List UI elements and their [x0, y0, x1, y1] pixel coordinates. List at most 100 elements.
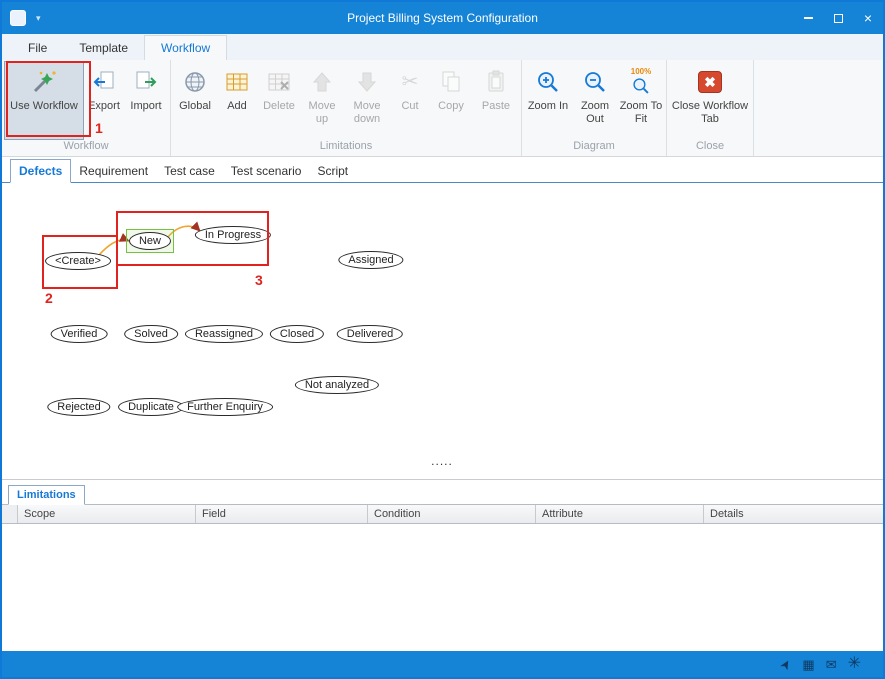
move-up-label: Move up	[302, 100, 342, 125]
zoom-out-icon	[582, 67, 608, 97]
zoom-fit-badge: 100%	[631, 68, 651, 76]
node-assigned[interactable]: Assigned	[338, 251, 403, 269]
ribbon: Use Workflow Export	[2, 60, 883, 157]
zoom-in-button[interactable]: Zoom In	[524, 61, 572, 140]
ribbon-group-label-close: Close	[669, 140, 751, 156]
tab-test-case[interactable]: Test case	[156, 160, 223, 182]
minimize-button[interactable]	[793, 2, 823, 34]
close-workflow-tab-label: Close Workflow Tab	[670, 100, 750, 125]
column-header-attribute[interactable]: Attribute	[536, 505, 704, 523]
node-duplicate[interactable]: Duplicate	[118, 398, 184, 416]
zoom-out-button[interactable]: Zoom Out	[572, 61, 618, 140]
column-header-details[interactable]: Details	[704, 505, 883, 523]
node-new-selection: New	[126, 229, 174, 253]
move-down-label: Move down	[344, 100, 390, 125]
limitations-table-body	[2, 524, 883, 651]
ribbon-group-label-limitations: Limitations	[173, 140, 519, 156]
window-title: Project Billing System Configuration	[2, 11, 883, 25]
tab-defects[interactable]: Defects	[10, 159, 71, 183]
maximize-icon	[834, 14, 843, 23]
node-not-analyzed[interactable]: Not analyzed	[295, 376, 379, 394]
close-red-icon: ✖	[698, 71, 722, 93]
column-header-scope[interactable]: Scope	[18, 505, 196, 523]
close-button[interactable]: ×	[853, 2, 883, 34]
status-bar: ➤ ▦ ✉ ✳	[2, 651, 883, 677]
export-button[interactable]: Export	[84, 61, 124, 140]
tab-script[interactable]: Script	[309, 160, 356, 182]
ribbon-group-label-diagram: Diagram	[524, 140, 664, 156]
pointer-tool-icon[interactable]: ➤	[778, 656, 795, 672]
cut-button: ✂ Cut	[391, 61, 429, 140]
mail-icon[interactable]: ✉	[826, 658, 837, 671]
entity-tab-bar: Defects Requirement Test case Test scena…	[2, 158, 883, 183]
delete-table-icon	[266, 67, 292, 97]
grid-view-icon[interactable]: ▦	[802, 658, 814, 671]
column-header-condition[interactable]: Condition	[368, 505, 536, 523]
canvas-ellipsis: .....	[431, 454, 453, 468]
paste-label: Paste	[482, 100, 510, 113]
ribbon-group-diagram: Zoom In Zoom Out 100%	[522, 60, 667, 156]
zoom-fit-icon: 100%	[631, 67, 651, 97]
ribbon-group-limitations: Global Add	[171, 60, 522, 156]
node-solved[interactable]: Solved	[124, 325, 178, 343]
use-workflow-button[interactable]: Use Workflow	[4, 61, 84, 140]
zoom-to-fit-label: Zoom To Fit	[619, 100, 663, 125]
globe-icon	[182, 67, 208, 97]
app-window: ▾ Project Billing System Configuration ×…	[0, 0, 885, 679]
tab-workflow[interactable]: Workflow	[144, 35, 227, 60]
scissors-icon: ✂	[402, 72, 419, 92]
node-closed[interactable]: Closed	[270, 325, 324, 343]
use-workflow-label: Use Workflow	[10, 100, 78, 113]
limitations-panel: Limitations Scope Field Condition Attrib…	[2, 479, 883, 651]
close-workflow-tab-button[interactable]: ✖ Close Workflow Tab	[669, 61, 751, 140]
move-down-button: Move down	[343, 61, 391, 140]
minimize-icon	[804, 17, 813, 19]
node-create[interactable]: <Create>	[45, 252, 111, 270]
move-up-icon	[309, 67, 335, 97]
zoom-in-icon	[535, 67, 561, 97]
add-label: Add	[227, 100, 247, 113]
add-button[interactable]: Add	[217, 61, 257, 140]
node-further-enquiry[interactable]: Further Enquiry	[177, 398, 273, 416]
node-delivered[interactable]: Delivered	[337, 325, 403, 343]
ribbon-group-close: ✖ Close Workflow Tab Close	[667, 60, 754, 156]
ribbon-group-label-workflow: Workflow	[4, 140, 168, 156]
delete-label: Delete	[263, 100, 295, 113]
limitations-tab-bar: Limitations	[2, 480, 883, 504]
column-header-field[interactable]: Field	[196, 505, 368, 523]
tab-file[interactable]: File	[12, 36, 63, 60]
zoom-to-fit-button[interactable]: 100% Zoom To Fit	[618, 61, 664, 140]
delete-button: Delete	[257, 61, 301, 140]
row-selector-gutter	[2, 505, 18, 523]
cut-label: Cut	[401, 100, 418, 113]
paste-button: Paste	[473, 61, 519, 140]
node-reassigned[interactable]: Reassigned	[185, 325, 263, 343]
add-table-icon	[224, 67, 250, 97]
move-up-button: Move up	[301, 61, 343, 140]
node-rejected[interactable]: Rejected	[47, 398, 110, 416]
copy-label: Copy	[438, 100, 464, 113]
copy-button: Copy	[429, 61, 473, 140]
move-down-icon	[354, 67, 380, 97]
tab-limitations[interactable]: Limitations	[8, 485, 85, 505]
import-button[interactable]: Import	[124, 61, 168, 140]
tab-template[interactable]: Template	[63, 36, 144, 60]
ribbon-group-workflow: Use Workflow Export	[2, 60, 171, 156]
zoom-in-label: Zoom In	[528, 100, 568, 113]
zoom-fit-label-1: Zoom Out	[573, 100, 617, 125]
copy-icon	[438, 67, 464, 97]
node-verified[interactable]: Verified	[51, 325, 108, 343]
limitations-table-header: Scope Field Condition Attribute Details	[2, 504, 883, 524]
snowflake-icon[interactable]: ✳	[848, 656, 861, 672]
export-label: Export	[88, 100, 120, 113]
global-label: Global	[179, 100, 211, 113]
ribbon-tab-bar: File Template Workflow	[2, 34, 883, 60]
tab-test-scenario[interactable]: Test scenario	[223, 160, 310, 182]
export-icon	[91, 67, 117, 97]
window-controls: ×	[793, 2, 883, 34]
tab-requirement[interactable]: Requirement	[71, 160, 156, 182]
global-button[interactable]: Global	[173, 61, 217, 140]
node-in-progress[interactable]: In Progress	[195, 226, 271, 244]
node-new[interactable]: New	[129, 232, 171, 250]
maximize-button[interactable]	[823, 2, 853, 34]
